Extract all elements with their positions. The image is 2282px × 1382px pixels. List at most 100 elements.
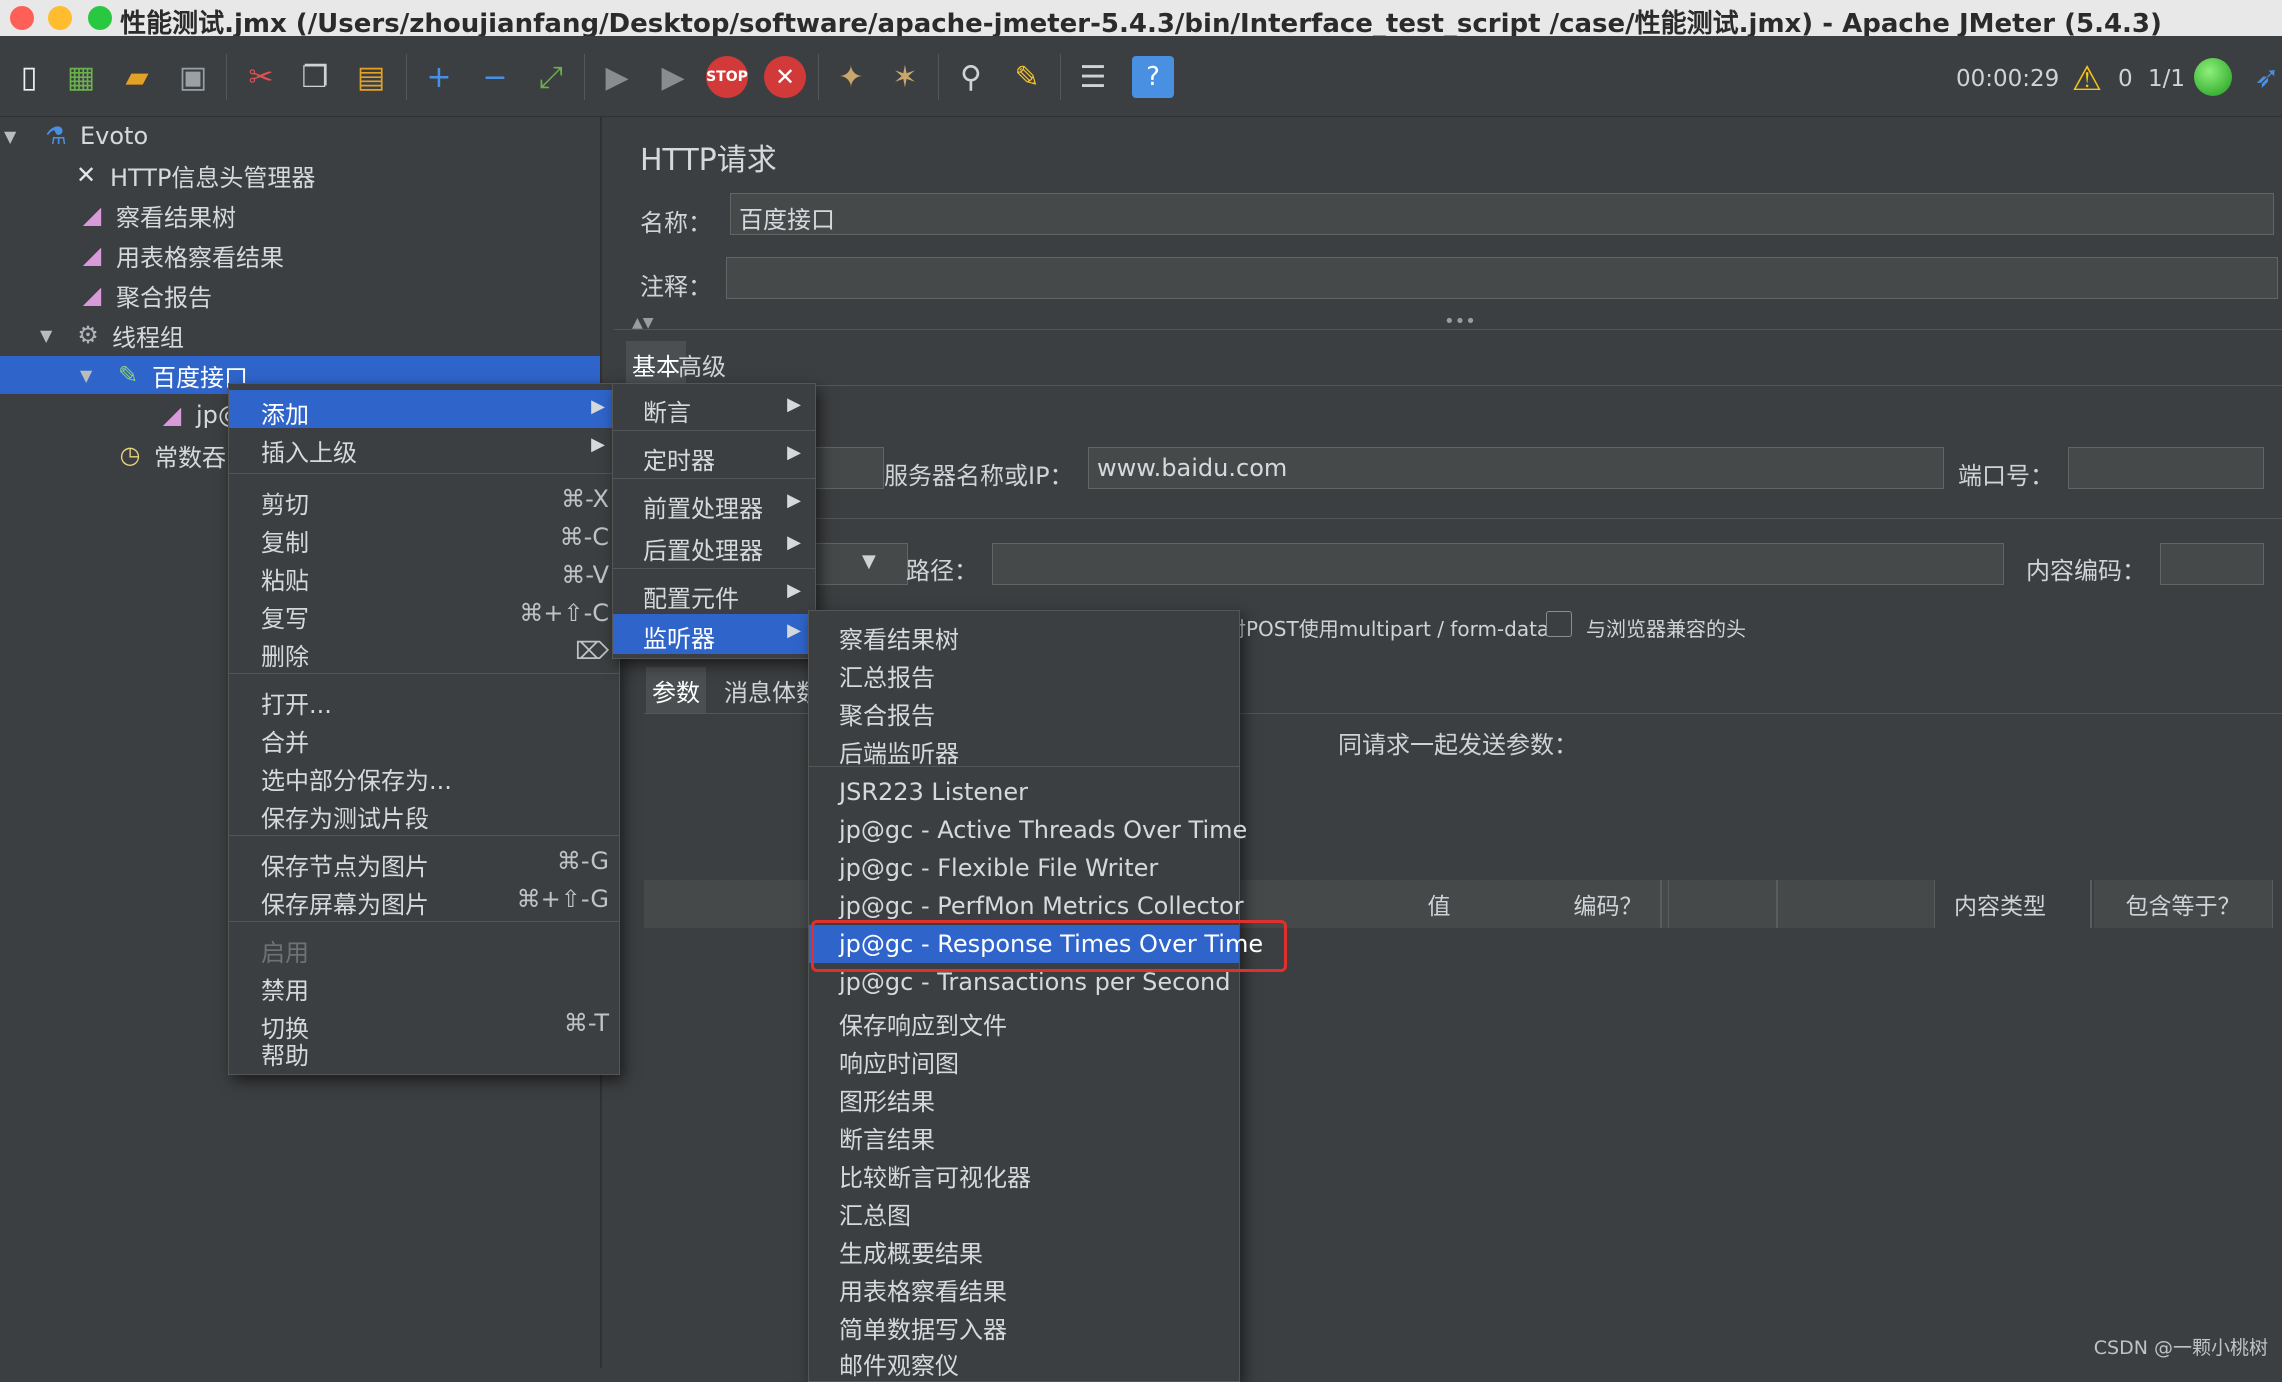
listener-item[interactable]: 比较断言可视化器 [809,1153,1239,1192]
copy-icon[interactable]: ❐ [294,56,336,98]
expand-icon[interactable]: + [418,56,460,98]
menu-item-cut[interactable]: 剪切 ⌘-X [229,480,619,519]
listener-item[interactable]: 聚合报告 [809,691,1239,730]
submenu-item-listeners[interactable]: 监听器 ▶ [613,614,815,654]
reset-search-icon[interactable]: ✎ [1006,56,1048,98]
menu-label: 复制 [261,529,309,557]
menu-label: 监听器 [643,625,715,653]
menu-label: 邮件观察仪 [839,1352,959,1380]
clear-all-icon[interactable]: ✶ [884,56,926,98]
protocol-field[interactable] [814,447,884,489]
tab-advanced[interactable]: 高级 [672,341,732,388]
listener-item[interactable]: jp@gc - Flexible File Writer [809,849,1239,887]
menu-item-add[interactable]: 添加 ▶ [229,390,619,429]
tree-node-header-manager[interactable]: ✕ HTTP信息头管理器 [70,156,600,194]
menu-shortcut: ⌘-T [563,1009,609,1037]
add-submenu: 断言 ▶ 定时器 ▶ 前置处理器 ▶ 后置处理器 ▶ 配置元件 ▶ 监听器 ▶ [612,383,816,659]
column-include-equals[interactable]: 包含等于？ [2094,880,2273,928]
menu-item-paste[interactable]: 粘贴 ⌘-V [229,556,619,595]
cut-icon[interactable]: ✂ [240,56,282,98]
warning-icon[interactable]: ⚠ [2066,58,2108,100]
stop-icon[interactable]: STOP [706,56,748,98]
tree-node-evoto[interactable]: ▼ ⚗ Evoto [0,117,600,155]
listener-item[interactable]: jp@gc - Active Threads Over Time [809,811,1247,849]
menu-label: 启用 [261,939,309,967]
port-field[interactable] [2068,447,2264,489]
tree-node-thread-group[interactable]: ▼ ⚙ 线程组 [40,316,600,354]
highlight-annotation [811,920,1287,972]
chevron-down-icon[interactable]: ▼ [862,551,876,572]
expand-arrow-icon[interactable]: ▼ [80,366,102,385]
listener-item[interactable]: 后端监听器 [809,729,1239,768]
menu-label: 添加 [261,401,309,429]
menu-label: 禁用 [261,977,309,1005]
toggle-icon[interactable]: ⤢ [530,56,572,98]
menu-item-save-screen-image[interactable]: 保存屏幕为图片 ⌘+⇧-G [229,880,619,919]
name-field[interactable]: 百度接口 [730,193,2274,235]
listener-item[interactable]: 响应时间图 [809,1039,1239,1078]
menu-item-enable: 启用 [229,928,619,967]
thread-count: 1/1 [2148,66,2186,92]
path-label: 路径： [906,557,978,585]
submenu-item-post-processors[interactable]: 后置处理器 ▶ [613,526,815,565]
tree-node-table-results[interactable]: ◢ 用表格察看结果 [76,236,600,274]
menu-label: 打开... [261,691,332,719]
listener-item[interactable]: 邮件观察仪 [809,1341,1239,1380]
listener-item[interactable]: 汇总图 [809,1191,1239,1230]
listener-item[interactable]: 汇总报告 [809,653,1239,692]
menu-item-duplicate[interactable]: 复写 ⌘+⇧-C [229,594,619,633]
help-icon[interactable]: ? [1132,56,1174,98]
submenu-item-timers[interactable]: 定时器 ▶ [613,436,815,475]
listener-item[interactable]: 生成概要结果 [809,1229,1239,1268]
new-icon[interactable]: ▯ [8,56,50,98]
expand-arrow-icon[interactable]: ▼ [4,127,26,146]
save-icon[interactable]: ▣ [172,56,214,98]
watermark: CSDN @一颗小桃树 [2093,1337,2268,1359]
method-select[interactable] [814,543,908,585]
open-icon[interactable]: ▰ [116,56,158,98]
clear-icon[interactable]: ✦ [830,56,872,98]
collapse-icon[interactable]: − [474,56,516,98]
submenu-item-config-elements[interactable]: 配置元件 ▶ [613,574,815,613]
menu-item-help[interactable]: 帮助 [229,1034,619,1070]
submenu-item-assertions[interactable]: 断言 ▶ [613,388,815,427]
start-no-pause-icon[interactable]: ▶ [652,56,694,98]
listener-item[interactable]: 简单数据写入器 [809,1305,1239,1344]
search-icon[interactable]: ⚲ [950,56,992,98]
path-field[interactable] [992,543,2004,585]
menu-label: 后端监听器 [839,740,959,768]
menu-item-open[interactable]: 打开... [229,680,619,719]
menu-item-save-fragment[interactable]: 保存为测试片段 [229,794,619,833]
menu-item-save-selection[interactable]: 选中部分保存为... [229,756,619,795]
listener-item[interactable]: 察看结果树 [809,615,1239,654]
menu-label: 汇总图 [839,1202,911,1230]
shutdown-icon[interactable]: ✕ [764,56,806,98]
menu-item-merge[interactable]: 合并 [229,718,619,757]
menu-item-save-node-image[interactable]: 保存节点为图片 ⌘-G [229,842,619,881]
column-encode[interactable]: 编码？ [1548,880,1669,928]
tree-node-aggregate-report[interactable]: ◢ 聚合报告 [76,276,600,314]
menu-item-copy[interactable]: 复制 ⌘-C [229,518,619,557]
submenu-item-pre-processors[interactable]: 前置处理器 ▶ [613,484,815,523]
browser-headers-checkbox[interactable] [1546,611,1572,637]
listener-item[interactable]: 断言结果 [809,1115,1239,1154]
server-field[interactable]: www.baidu.com [1088,447,1944,489]
tree-node-results-tree[interactable]: ◢ 察看结果树 [76,196,600,234]
listener-item[interactable]: 图形结果 [809,1077,1239,1116]
paste-icon[interactable]: ▤ [350,56,392,98]
menu-item-delete[interactable]: 删除 ⌦ [229,632,619,671]
listener-item[interactable]: 用表格察看结果 [809,1267,1239,1306]
tab-parameters[interactable]: 参数 [646,667,706,714]
comment-field[interactable] [726,257,2278,299]
menu-label: jp@gc - Transactions per Second [839,968,1231,996]
content-encoding-field[interactable] [2160,543,2264,585]
menu-item-insert-parent[interactable]: 插入上级 ▶ [229,428,619,467]
remote-icon[interactable]: ➶ [2246,56,2282,98]
start-icon[interactable]: ▶ [596,56,638,98]
listener-item[interactable]: JSR223 Listener [809,773,1239,811]
function-helper-icon[interactable]: ☰ [1072,56,1114,98]
templates-icon[interactable]: ▦ [60,56,102,98]
expand-arrow-icon[interactable]: ▼ [40,326,62,345]
listener-item[interactable]: 保存响应到文件 [809,1001,1239,1040]
menu-item-disable[interactable]: 禁用 [229,966,619,1005]
